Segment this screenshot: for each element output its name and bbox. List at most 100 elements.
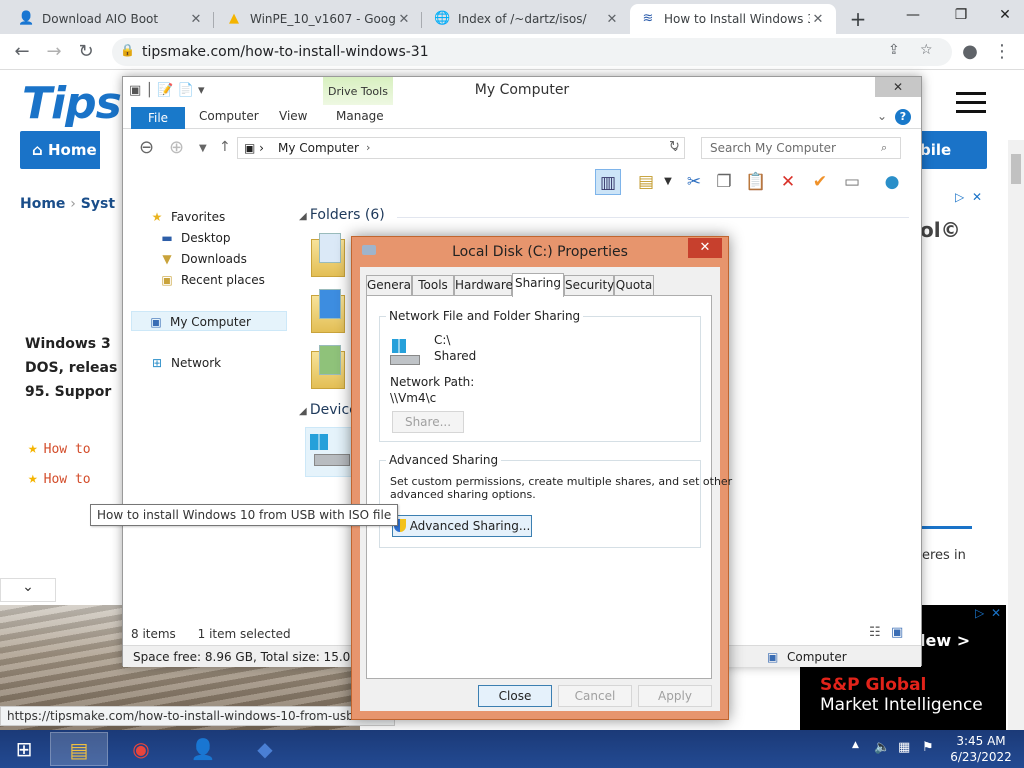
tab-security[interactable]: Security (564, 275, 614, 295)
nav-network[interactable]: ⊞ Network (149, 353, 221, 373)
address-bar[interactable]: 🔒 tipsmake.com/how-to-install-windows-31… (112, 38, 952, 66)
browser-tab-aio-boot[interactable]: 👤 Download AIO Boot ✕ (8, 4, 214, 34)
breadcrumb-home[interactable]: Home (20, 196, 65, 212)
cancel-button[interactable]: Cancel (558, 685, 632, 707)
close-tab-icon[interactable]: ✕ (396, 12, 412, 27)
forward-button[interactable]: → (42, 40, 66, 64)
menu-kebab-icon[interactable]: ⋮ (990, 40, 1014, 64)
tab-general[interactable]: General (366, 275, 414, 295)
close-icon[interactable]: ✕ (875, 77, 921, 97)
file-explorer-icon[interactable]: ▤ (50, 732, 108, 766)
tab-manage[interactable]: Manage (336, 109, 384, 123)
network-icon[interactable]: ▦ (898, 740, 910, 755)
tab-tools[interactable]: Tools (412, 275, 454, 295)
minimize-button[interactable]: — (890, 0, 936, 34)
large-icons-view-icon[interactable]: ▣ (891, 625, 903, 640)
related-link[interactable]: ★ How to (28, 468, 91, 487)
search-icon[interactable]: ⌕ (881, 141, 887, 155)
globe-icon[interactable]: ● (879, 169, 905, 195)
chevron-down-icon[interactable]: ⌄ (0, 578, 56, 602)
explorer-address-bar[interactable]: ▣ › My Computer › ⌄ (237, 137, 685, 159)
dialog-titlebar[interactable]: Local Disk (C:) Properties ✕ (352, 237, 728, 267)
action-center-icon[interactable]: ⚑ (922, 740, 934, 755)
nav-recent-places[interactable]: ▣ Recent places (159, 270, 265, 290)
paste-icon[interactable]: 📋 (743, 169, 769, 195)
aio-boot-icon[interactable]: 👤 (174, 732, 232, 766)
show-hidden-icons[interactable]: ▲ (852, 740, 859, 750)
site-home-button[interactable]: ⌂ Home (20, 131, 100, 169)
browser-tab-index[interactable]: 🌐 Index of /~dartz/isos/ ✕ (424, 4, 630, 34)
folder-icon[interactable] (311, 289, 345, 333)
nav-downloads[interactable]: ▼ Downloads (159, 249, 247, 269)
related-link[interactable]: ★ How to (28, 438, 91, 457)
breadcrumb-system[interactable]: Syst (81, 196, 115, 212)
google-drive-icon: ▲ (229, 11, 239, 26)
up-icon[interactable]: ↑ (219, 139, 231, 155)
volume-muted-icon[interactable]: 🔈 (874, 740, 890, 755)
page-scrollbar[interactable] (1008, 140, 1024, 730)
recent-locations-icon[interactable]: ▼ (199, 143, 207, 154)
ad-box[interactable]: ol© (920, 190, 986, 350)
dropdown-icon[interactable]: ▼ (655, 169, 681, 195)
rename-icon[interactable]: ▭ (839, 169, 865, 195)
tab-hardware[interactable]: Hardware (454, 275, 513, 295)
checkmark-icon[interactable]: ✔ (807, 169, 833, 195)
explorer-titlebar[interactable]: ▣ │ 📝 📄 ▾ Drive Tools My Computer ✕ (123, 77, 921, 105)
reload-button[interactable]: ↻ (74, 40, 98, 64)
tab-view[interactable]: View (279, 109, 307, 123)
pane-toggle-icon[interactable]: ▥ (595, 169, 621, 195)
copy-icon[interactable]: ❐ (711, 169, 737, 195)
tab-computer[interactable]: Computer (199, 109, 259, 123)
restore-button[interactable]: ❐ (938, 0, 984, 34)
help-icon[interactable]: ? (895, 109, 911, 125)
refresh-icon[interactable]: ↻ (669, 139, 680, 154)
tab-quota[interactable]: Quota (614, 275, 654, 295)
bookmark-star-icon[interactable]: ☆ (920, 42, 933, 58)
ribbon-expand-icon[interactable]: ⌄ (877, 109, 887, 123)
back-icon[interactable]: ⊖ (139, 137, 154, 158)
system-clock[interactable]: 3:45 AM 6/23/2022 (946, 733, 1016, 765)
ad-close-icon[interactable]: ✕ (991, 606, 1001, 620)
ad-choices-icon[interactable]: ▷ (955, 190, 964, 204)
ad-choices-icon[interactable]: ▷ (975, 606, 984, 620)
details-view-icon[interactable]: ☷ (869, 625, 881, 640)
share-icon[interactable]: ⇪ (888, 42, 900, 58)
ad-close-icon[interactable]: ✕ (972, 190, 982, 204)
nav-desktop[interactable]: ▬ Desktop (159, 228, 230, 248)
tab-sharing[interactable]: Sharing (512, 273, 564, 297)
breadcrumb-chevron-icon[interactable]: › (366, 141, 370, 154)
new-tab-button[interactable]: + (846, 7, 870, 31)
browser-tab-tipsmake[interactable]: ≋ How to Install Windows 3. ✕ (630, 4, 836, 34)
local-disk-icon[interactable] (305, 427, 353, 477)
close-tab-icon[interactable]: ✕ (188, 12, 204, 27)
close-tab-icon[interactable]: ✕ (604, 12, 620, 27)
virtualbox-icon[interactable]: ◆ (236, 732, 294, 766)
advanced-sharing-button[interactable]: Advanced Sharing... (392, 515, 532, 537)
windows-start-icon[interactable]: ⊞ (0, 732, 48, 766)
nav-my-computer[interactable]: ▣ My Computer (131, 311, 287, 331)
group-devices[interactable]: ◢ Device (299, 402, 358, 418)
nav-favorites[interactable]: ★ Favorites (149, 207, 226, 227)
folder-icon[interactable] (311, 233, 345, 277)
group-folders[interactable]: ◢ Folders (6) (299, 207, 385, 223)
apply-button[interactable]: Apply (638, 685, 712, 707)
tab-file[interactable]: File (131, 107, 185, 129)
browser-tab-google-drive[interactable]: ▲ WinPE_10_v1607 - Google ✕ (216, 4, 422, 34)
search-input[interactable]: Search My Computer (701, 137, 901, 159)
close-button[interactable]: Close (478, 685, 552, 707)
share-button[interactable]: Share... (392, 411, 464, 433)
folder-icon[interactable] (311, 345, 345, 389)
hamburger-menu-icon[interactable] (956, 92, 986, 119)
cut-icon[interactable]: ✂ (681, 169, 707, 195)
advanced-description: Set custom permissions, create multiple … (390, 475, 733, 488)
forward-icon[interactable]: ⊕ (169, 137, 184, 158)
site-logo[interactable]: Tips (22, 78, 122, 129)
chrome-icon[interactable]: ◉ (112, 732, 170, 766)
close-tab-icon[interactable]: ✕ (810, 12, 826, 27)
close-icon[interactable]: ✕ (688, 238, 722, 258)
delete-icon[interactable]: ✕ (775, 169, 801, 195)
profile-icon[interactable]: ● (958, 40, 982, 64)
site-nav-mobile[interactable]: bile (914, 131, 987, 169)
close-window-button[interactable]: ✕ (982, 0, 1024, 34)
back-button[interactable]: ← (10, 40, 34, 64)
